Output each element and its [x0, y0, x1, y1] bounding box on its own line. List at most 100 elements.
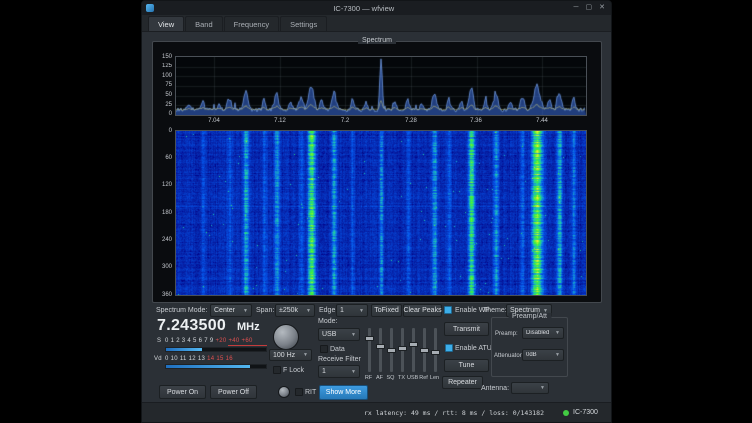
chevron-down-icon: ▼	[555, 352, 560, 358]
s-meter-label: S	[157, 338, 161, 344]
show-more-button[interactable]: Show More	[319, 385, 368, 400]
preamp-label: Preamp:	[495, 331, 518, 337]
enable-atu-label: Enable ATU	[455, 345, 492, 352]
waterfall-y-tick: 360	[150, 292, 172, 298]
chevron-down-icon: ▼	[555, 330, 560, 336]
chevron-down-icon: ▼	[359, 308, 364, 314]
chevron-down-icon: ▼	[243, 308, 248, 314]
sq-slider[interactable]	[390, 328, 393, 372]
chevron-down-icon: ▼	[303, 352, 308, 358]
power-on-button[interactable]: Power On	[159, 385, 206, 399]
spectrum-y-tick: 150	[150, 54, 172, 60]
slider-handle[interactable]	[420, 348, 429, 353]
enable-wf-checkbox[interactable]	[444, 306, 452, 314]
usb-slider-label: USB	[407, 375, 418, 381]
preamp-att-group-title: Preamp/Att	[508, 313, 551, 320]
len-slider[interactable]	[434, 328, 437, 372]
chevron-down-icon: ▼	[351, 332, 356, 338]
vd-meter-fill	[166, 365, 250, 368]
window-title: IC-7300 — wfview	[154, 4, 574, 13]
window-controls: ─ ▢ ✕	[574, 1, 605, 15]
len-slider-label: Len	[429, 375, 440, 381]
spectrum-mode-select[interactable]: Center▼	[210, 304, 252, 317]
wfview-window: IC-7300 — wfview ─ ▢ ✕ View Band Frequen…	[141, 0, 612, 423]
rit-label: RIT	[305, 389, 316, 396]
to-fixed-button[interactable]: ToFixed	[371, 304, 402, 317]
rf-slider[interactable]	[368, 328, 371, 372]
slider-handle[interactable]	[409, 342, 418, 347]
edge-label: Edge	[319, 307, 335, 314]
power-off-button[interactable]: Power Off	[210, 385, 257, 399]
tx-slider[interactable]	[401, 328, 404, 372]
ref-slider[interactable]	[423, 328, 426, 372]
slider-handle[interactable]	[398, 346, 407, 351]
spectrum-y-tick: 0	[150, 111, 172, 117]
slider-handle[interactable]	[376, 344, 385, 349]
spectrum-y-tick: 25	[150, 102, 172, 108]
antenna-label: Antenna:	[481, 385, 509, 392]
tx-slider-label: TX	[396, 375, 407, 381]
tab-frequency[interactable]: Frequency	[224, 16, 279, 31]
latency-status: rx latency: 49 ms / rtt: 8 ms / loss: 0/…	[364, 409, 544, 417]
receive-filter-select[interactable]: 1▼	[318, 365, 360, 378]
chevron-down-icon: ▼	[351, 369, 356, 375]
frequency-readout[interactable]: 7.243500	[157, 317, 226, 335]
spectrum-y-tick: 100	[150, 73, 172, 79]
spectrum-x-tick: 7.12	[269, 118, 291, 124]
tune-button[interactable]: Tune	[444, 359, 489, 372]
spectrum-plot[interactable]	[175, 56, 587, 116]
spectrum-x-tick: 7.36	[465, 118, 487, 124]
attenuator-select[interactable]: 0dB▼	[522, 349, 564, 361]
tabbar: View Band Frequency Settings	[142, 15, 611, 32]
theme-label: Theme:	[483, 307, 507, 314]
edge-select[interactable]: 1▼	[336, 304, 368, 317]
span-label: Span:	[256, 307, 274, 314]
rig-name: IC-7300	[573, 409, 598, 416]
s-meter	[165, 347, 267, 352]
usb-slider[interactable]	[412, 328, 415, 372]
spectrum-group-title: Spectrum	[358, 37, 396, 44]
s-meter-fill	[166, 348, 202, 351]
spectrum-mode-label: Spectrum Mode:	[156, 307, 207, 314]
frequency-unit: MHz	[237, 321, 260, 333]
preamp-select[interactable]: Disabled▼	[522, 327, 564, 339]
data-mode-checkbox[interactable]	[320, 345, 328, 353]
titlebar[interactable]: IC-7300 — wfview ─ ▢ ✕	[142, 1, 611, 15]
slider-handle[interactable]	[365, 336, 374, 341]
spectrum-x-tick: 7.44	[531, 118, 553, 124]
mode-label: Mode:	[318, 318, 337, 325]
f-lock-checkbox[interactable]	[273, 366, 281, 374]
tab-settings[interactable]: Settings	[280, 16, 327, 31]
waterfall-y-tick: 180	[150, 210, 172, 216]
rf-slider-label: RF	[363, 375, 374, 381]
s-meter-redzone	[228, 345, 267, 346]
tab-band[interactable]: Band	[185, 16, 223, 31]
desktop-background: IC-7300 — wfview ─ ▢ ✕ View Band Frequen…	[0, 0, 752, 423]
chevron-down-icon: ▼	[306, 308, 311, 314]
af-slider[interactable]	[379, 328, 382, 372]
waterfall-plot[interactable]	[175, 130, 587, 296]
vd-meter	[165, 364, 267, 369]
slider-handle[interactable]	[387, 348, 396, 353]
enable-atu-checkbox[interactable]	[445, 344, 453, 352]
repeater-button[interactable]: Repeater	[442, 376, 483, 389]
rit-knob[interactable]	[278, 386, 290, 398]
antenna-select[interactable]: ▼	[511, 382, 549, 394]
transmit-button[interactable]: Transmit	[444, 322, 489, 336]
minimize-icon[interactable]: ─	[574, 1, 579, 15]
slider-handle[interactable]	[431, 350, 440, 355]
spectrum-y-tick: 125	[150, 63, 172, 69]
sq-slider-label: SQ	[385, 375, 396, 381]
maximize-icon[interactable]: ▢	[586, 1, 593, 15]
tab-view[interactable]: View	[148, 16, 184, 31]
close-icon[interactable]: ✕	[599, 1, 605, 15]
chevron-down-icon: ▼	[540, 385, 545, 391]
tuning-knob[interactable]	[273, 324, 299, 350]
mode-select[interactable]: USB▼	[318, 328, 360, 341]
span-select[interactable]: ±250k▼	[275, 304, 315, 317]
tone-select[interactable]: 100 Hz▼	[269, 349, 312, 361]
rit-checkbox[interactable]	[295, 388, 303, 396]
f-lock-label: F Lock	[283, 367, 304, 374]
data-mode-label: Data	[330, 346, 345, 353]
clear-peaks-button[interactable]: Clear Peaks	[403, 304, 442, 317]
